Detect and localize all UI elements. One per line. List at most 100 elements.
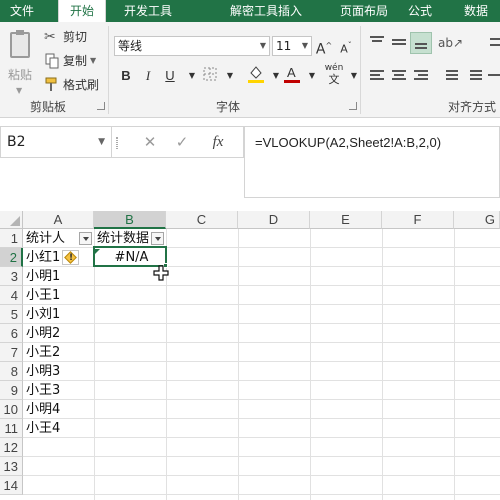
gridline (382, 229, 383, 500)
cell-a9[interactable]: 小王3 (24, 381, 94, 400)
align-left-button[interactable] (366, 64, 388, 86)
row-header-2[interactable]: 2 (0, 248, 23, 267)
cell-a4[interactable]: 小王1 (24, 286, 94, 305)
filter-dropdown-a[interactable] (79, 232, 92, 245)
select-all-button[interactable] (0, 211, 23, 229)
cell-a2[interactable]: 小红1 (24, 248, 66, 267)
align-center-button[interactable] (388, 64, 410, 86)
tab-insert[interactable]: 插入 (268, 0, 312, 22)
worksheet-grid: A B C D E F G 1 2 3 4 5 6 7 8 9 10 11 12… (0, 211, 500, 500)
underline-button[interactable]: U (160, 66, 180, 86)
orientation-button[interactable]: ab↗ (438, 32, 463, 54)
font-name-value: 等线 (118, 39, 143, 53)
chevron-down-icon[interactable]: ▼ (302, 66, 322, 86)
insert-function-button[interactable]: fx (204, 127, 232, 157)
align-middle-button[interactable] (388, 32, 410, 54)
cell-a11[interactable]: 小王4 (24, 419, 94, 438)
borders-button[interactable] (200, 66, 220, 86)
italic-button[interactable]: I (138, 66, 158, 86)
tab-formulas[interactable]: 公式 (398, 0, 442, 22)
cell-a10[interactable]: 小明4 (24, 400, 94, 419)
column-header-a[interactable]: A (23, 211, 94, 229)
formula-input[interactable]: =VLOOKUP(A2,Sheet2!A:B,2,0) (244, 126, 500, 198)
column-header-f[interactable]: F (382, 211, 454, 229)
tab-file[interactable]: 文件 (0, 0, 44, 22)
row-header-4[interactable]: 4 (0, 286, 23, 305)
row-header-10[interactable]: 10 (0, 400, 23, 419)
paste-icon (10, 30, 30, 58)
paste-label: 粘贴 (8, 68, 33, 82)
format-painter-label: 格式刷 (63, 78, 100, 92)
tab-data[interactable]: 数据 (454, 0, 498, 22)
font-name-combo[interactable]: 等线 ▼ (114, 36, 270, 56)
clipboard-group-label: 剪贴板 (30, 100, 67, 114)
align-right-button[interactable] (410, 64, 432, 86)
row-header-7[interactable]: 7 (0, 343, 23, 362)
cell-a8[interactable]: 小明3 (24, 362, 94, 381)
grow-font-button[interactable]: A^ (314, 36, 334, 58)
name-box[interactable]: B2 ▼ (0, 126, 112, 158)
pinyin-label: wén (324, 63, 344, 73)
fill-color-icon (248, 66, 264, 83)
shrink-font-button[interactable]: Aˇ (336, 36, 356, 56)
fill-color-button[interactable] (246, 64, 266, 84)
merge-center-button[interactable] (486, 64, 500, 86)
group-divider (108, 26, 109, 114)
cell-a7[interactable]: 小王2 (24, 343, 94, 362)
row-header-9[interactable]: 9 (0, 381, 23, 400)
row-header-5[interactable]: 5 (0, 305, 23, 324)
copy-label: 复制 (63, 54, 88, 68)
row-header-6[interactable]: 6 (0, 324, 23, 343)
chevron-down-icon: ▼ (16, 86, 23, 95)
row-header-12[interactable]: 12 (0, 438, 23, 457)
format-painter-icon (44, 77, 60, 93)
row-header-1[interactable]: 1 (0, 229, 23, 248)
column-header-d[interactable]: D (238, 211, 310, 229)
column-header-g[interactable]: G (454, 211, 500, 229)
chevron-down-icon[interactable]: ▼ (344, 66, 364, 86)
cell-a5[interactable]: 小刘1 (24, 305, 94, 324)
cell-a1[interactable]: 统计人 (24, 229, 80, 248)
row-header-8[interactable]: 8 (0, 362, 23, 381)
font-launcher-icon[interactable] (349, 102, 357, 110)
row-header-3[interactable]: 3 (0, 267, 23, 286)
tab-developer[interactable]: 开发工具 (112, 0, 184, 22)
shrink-font-icon: A (340, 42, 348, 56)
column-header-b[interactable]: B (94, 211, 166, 229)
error-warning-button[interactable]: ! (62, 250, 79, 265)
row-header-14[interactable]: 14 (0, 476, 23, 495)
cut-button[interactable]: ✂ 剪切 (44, 28, 87, 45)
chevron-down-icon[interactable]: ▼ (182, 66, 202, 86)
font-size-combo[interactable]: 11 ▼ (272, 36, 312, 56)
increase-indent-button[interactable] (462, 64, 484, 86)
grip-handle[interactable] (116, 137, 118, 149)
chevron-down-icon[interactable]: ▼ (220, 66, 240, 86)
column-header-c[interactable]: C (166, 211, 238, 229)
cell-a6[interactable]: 小明2 (24, 324, 94, 343)
cell-a3[interactable]: 小明1 (24, 267, 94, 286)
clipboard-launcher-icon[interactable] (97, 102, 105, 110)
row-header-11[interactable]: 11 (0, 419, 23, 438)
align-top-button[interactable] (366, 32, 388, 54)
phonetic-guide-button[interactable]: wén 文 (324, 62, 344, 86)
tab-home[interactable]: 开始 (58, 0, 106, 23)
formula-buttons: ✕ ✓ fx (112, 126, 244, 158)
column-header-e[interactable]: E (310, 211, 382, 229)
align-bottom-button[interactable] (410, 32, 432, 54)
font-color-button[interactable]: A (282, 64, 302, 84)
borders-icon (203, 67, 217, 81)
filter-dropdown-b[interactable] (151, 232, 164, 245)
row-header-13[interactable]: 13 (0, 457, 23, 476)
cancel-icon[interactable]: ✕ (136, 127, 164, 157)
chevron-down-icon[interactable]: ▼ (98, 127, 105, 157)
tab-page-layout[interactable]: 页面布局 (328, 0, 400, 22)
paste-button[interactable]: 粘贴 ▼ (4, 30, 36, 95)
enter-icon[interactable]: ✓ (168, 127, 196, 157)
group-divider (360, 26, 361, 114)
format-painter-button[interactable]: 格式刷 (44, 76, 99, 93)
copy-button[interactable]: 复制 ▼ (44, 52, 96, 69)
wrap-text-button[interactable] (488, 32, 500, 54)
bold-button[interactable]: B (116, 66, 136, 86)
decrease-indent-button[interactable] (438, 64, 460, 86)
ribbon-tab-bar: 文件 开始 开发工具 解密工具 插入 页面布局 公式 数据 (0, 0, 500, 23)
